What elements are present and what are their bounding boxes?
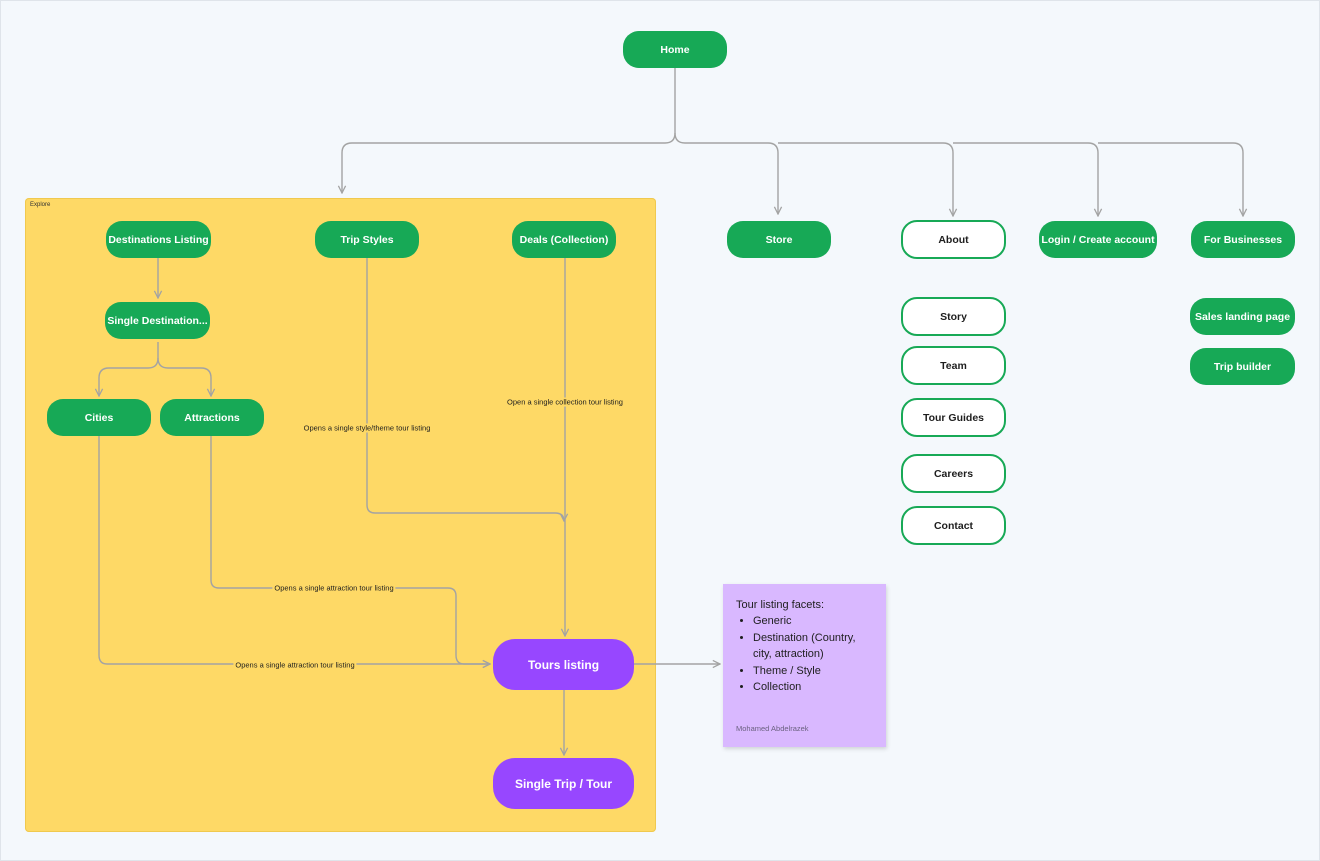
node-contact[interactable]: Contact xyxy=(901,506,1006,545)
sticky-list: Generic Destination (Country, city, attr… xyxy=(736,613,874,696)
node-deals[interactable]: Deals (Collection) xyxy=(512,221,616,258)
edge-label-attraction: Opens a single attraction tour listing xyxy=(272,583,396,593)
section-label: Explore xyxy=(30,202,51,208)
sticky-item: Generic xyxy=(753,613,874,630)
node-for-businesses[interactable]: For Businesses xyxy=(1191,221,1295,258)
node-sales-landing[interactable]: Sales landing page xyxy=(1190,298,1295,335)
node-careers[interactable]: Careers xyxy=(901,454,1006,493)
node-single-destination[interactable]: Single Destination... xyxy=(105,302,210,339)
sticky-author: Mohamed Abdelrazek xyxy=(736,724,809,733)
node-store[interactable]: Store xyxy=(727,221,831,258)
sticky-title: Tour listing facets: xyxy=(736,599,825,611)
edge-label-collection: Open a single collection tour listing xyxy=(505,397,625,407)
explore-section[interactable]: Explore xyxy=(25,198,656,832)
flowchart-canvas: Explore Home Destinations Listing Trip S… xyxy=(0,0,1320,861)
node-about[interactable]: About xyxy=(901,220,1006,259)
node-login[interactable]: Login / Create account xyxy=(1039,221,1157,258)
node-trip-styles[interactable]: Trip Styles xyxy=(315,221,419,258)
node-story[interactable]: Story xyxy=(901,297,1006,336)
node-single-trip[interactable]: Single Trip / Tour xyxy=(493,758,634,809)
node-team[interactable]: Team xyxy=(901,346,1006,385)
edge-label-style: Opens a single style/theme tour listing xyxy=(301,423,433,433)
edge-label-city: Opens a single attraction tour listing xyxy=(233,660,357,670)
sticky-item: Collection xyxy=(753,679,874,696)
sticky-item: Theme / Style xyxy=(753,663,874,680)
sticky-note[interactable]: Tour listing facets: Generic Destination… xyxy=(723,584,886,747)
node-tour-guides[interactable]: Tour Guides xyxy=(901,398,1006,437)
node-attractions[interactable]: Attractions xyxy=(160,399,264,436)
node-cities[interactable]: Cities xyxy=(47,399,151,436)
sticky-item: Destination (Country, city, attraction) xyxy=(753,630,874,663)
node-home[interactable]: Home xyxy=(623,31,727,68)
node-destinations-listing[interactable]: Destinations Listing xyxy=(106,221,211,258)
node-trip-builder[interactable]: Trip builder xyxy=(1190,348,1295,385)
node-tours-listing[interactable]: Tours listing xyxy=(493,639,634,690)
